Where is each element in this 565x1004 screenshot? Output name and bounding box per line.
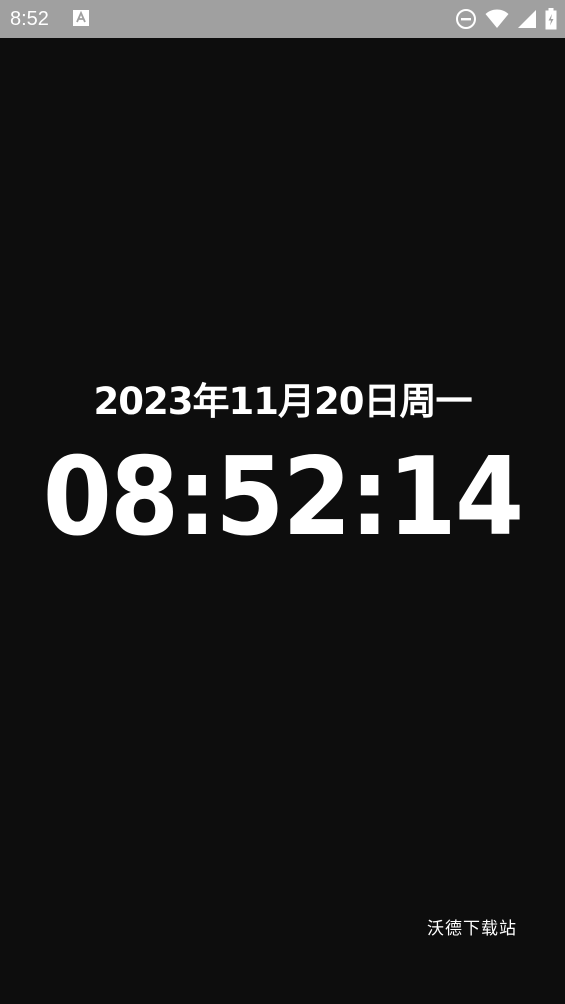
wifi-icon (485, 9, 509, 29)
date-label: 2023年11月20日周一 (93, 380, 473, 423)
battery-charging-icon (545, 8, 557, 30)
status-bar: 8:52 (0, 0, 565, 38)
status-bar-icons (455, 8, 557, 30)
watermark-text: 沃德下载站 (427, 919, 517, 939)
clock-screen[interactable]: 2023年11月20日周一 08:52:14 沃德下载站 (0, 38, 565, 1004)
signal-icon (517, 9, 537, 29)
do-not-disturb-icon (455, 8, 477, 30)
notification-a-icon (73, 10, 89, 26)
time-display: 08:52:14 (42, 435, 524, 560)
status-bar-time: 8:52 (10, 8, 49, 30)
